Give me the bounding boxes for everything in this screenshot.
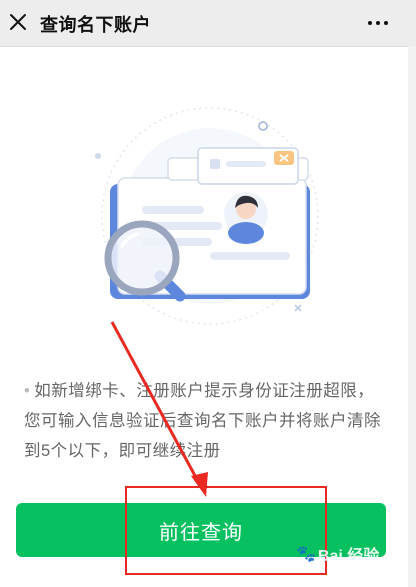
scroll-edge: [408, 46, 416, 587]
tip-text: • 如新增绑卡、注册账户提示身份证注册超限，您可输入信息验证后查询名下账户并将账户…: [24, 376, 384, 466]
title-bar: 查询名下账户: [0, 0, 416, 47]
more-dot: [384, 21, 388, 25]
more-dot: [368, 21, 372, 25]
identity-card-search-illustration: [95, 107, 319, 325]
paw-icon: 🐾: [296, 546, 316, 563]
tip-body: 如新增绑卡、注册账户提示身份证注册超限，您可输入信息验证后查询名下账户并将账户清…: [24, 382, 381, 460]
bullet-icon: •: [24, 382, 31, 400]
page-title: 查询名下账户: [40, 15, 151, 35]
close-icon[interactable]: [6, 10, 30, 34]
more-dot: [376, 21, 380, 25]
watermark: 🐾 Bai 经验: [296, 534, 414, 574]
more-icon[interactable]: [364, 13, 392, 33]
watermark-text: Bai 经验: [317, 548, 380, 565]
